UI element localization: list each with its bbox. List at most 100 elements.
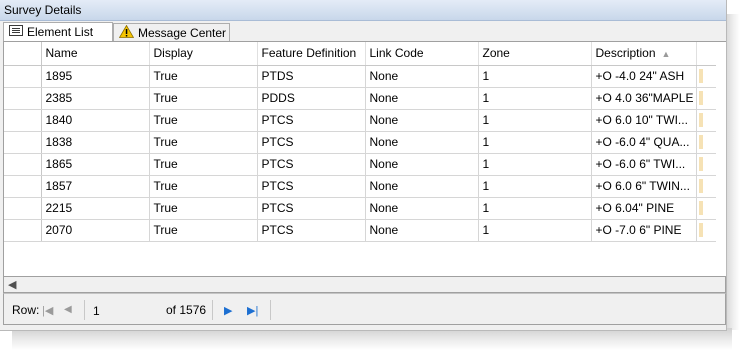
window-shadow-bottom — [12, 328, 732, 350]
cell-name[interactable]: 1895 — [41, 65, 150, 88]
row-count-label: of 1576 — [166, 303, 207, 317]
cell-feature-definition[interactable]: PTCS — [257, 219, 366, 242]
previous-record-icon[interactable]: ◀ — [64, 304, 72, 315]
cell-feature-definition[interactable]: PTCS — [257, 197, 366, 220]
cell-overflow — [696, 87, 716, 110]
first-record-icon[interactable]: |◀ — [42, 304, 53, 317]
cell-link-code[interactable]: None — [365, 175, 479, 198]
cell-feature-definition[interactable]: PTCS — [257, 131, 366, 154]
cell-name[interactable]: 2385 — [41, 87, 150, 110]
cell-feature-definition[interactable]: PTCS — [257, 175, 366, 198]
cell-description[interactable]: +O -4.0 24" ASH — [591, 65, 697, 88]
cell-description[interactable]: +O 6.0 6" TWIN... — [591, 175, 697, 198]
row-selector[interactable] — [4, 131, 42, 154]
tab-message-center[interactable]: Message Center — [113, 23, 230, 41]
table-row[interactable]: 2385 True PDDS None 1 +O 4.0 36"MAPLE — [4, 87, 716, 110]
cell-overflow-marker — [698, 113, 703, 127]
column-header-description-label: Description — [595, 46, 656, 61]
cell-zone[interactable]: 1 — [478, 109, 592, 132]
cell-link-code[interactable]: None — [365, 109, 479, 132]
table-row[interactable]: 2215 True PTCS None 1 +O 6.04" PINE — [4, 197, 716, 220]
cell-description[interactable]: +O -7.0 6" PINE — [591, 219, 697, 242]
row-selector[interactable] — [4, 109, 42, 132]
cell-display[interactable]: True — [149, 197, 258, 220]
table-row[interactable]: 2070 True PTCS None 1 +O -7.0 6" PINE — [4, 219, 716, 242]
cell-name[interactable]: 1838 — [41, 131, 150, 154]
cell-overflow-marker — [698, 179, 703, 193]
cell-description[interactable]: +O 6.04" PINE — [591, 197, 697, 220]
survey-details-panel: Survey Details Element List Message Cent… — [0, 0, 727, 331]
cell-feature-definition[interactable]: PTCS — [257, 109, 366, 132]
table-row[interactable]: 1895 True PTDS None 1 +O -4.0 24" ASH — [4, 65, 716, 88]
column-header-name[interactable]: Name — [41, 42, 150, 66]
cell-zone[interactable]: 1 — [478, 197, 592, 220]
cell-display[interactable]: True — [149, 175, 258, 198]
cell-display[interactable]: True — [149, 131, 258, 154]
cell-zone[interactable]: 1 — [478, 65, 592, 88]
cell-display[interactable]: True — [149, 87, 258, 110]
table-row[interactable]: 1857 True PTCS None 1 +O 6.0 6" TWIN... — [4, 175, 716, 198]
cell-feature-definition[interactable]: PDDS — [257, 87, 366, 110]
cell-display[interactable]: True — [149, 65, 258, 88]
row-selector[interactable] — [4, 65, 42, 88]
cell-description[interactable]: +O -6.0 6" TWI... — [591, 153, 697, 176]
cell-zone[interactable]: 1 — [478, 219, 592, 242]
cell-overflow-marker — [698, 135, 703, 149]
next-record-icon[interactable]: ▶ — [224, 304, 232, 317]
cell-link-code[interactable]: None — [365, 65, 479, 88]
horizontal-scrollbar[interactable]: ◀ — [3, 277, 726, 293]
cell-description[interactable]: +O -6.0 4" QUA... — [591, 131, 697, 154]
cell-feature-definition[interactable]: PTDS — [257, 65, 366, 88]
cell-display[interactable]: True — [149, 219, 258, 242]
cell-name[interactable]: 1865 — [41, 153, 150, 176]
cell-overflow-marker — [698, 91, 703, 105]
row-selector[interactable] — [4, 87, 42, 110]
table-header-row: Name Display Feature Definition Link Cod… — [4, 42, 716, 66]
cell-overflow — [696, 219, 716, 242]
table-row[interactable]: 1840 True PTCS None 1 +O 6.0 10" TWI... — [4, 109, 716, 132]
cell-overflow-marker — [698, 223, 703, 237]
cell-description[interactable]: +O 6.0 10" TWI... — [591, 109, 697, 132]
current-row-input[interactable] — [93, 298, 155, 321]
cell-link-code[interactable]: None — [365, 197, 479, 220]
cell-overflow-marker — [698, 157, 703, 171]
cell-display[interactable]: True — [149, 109, 258, 132]
tab-element-list[interactable]: Element List — [3, 22, 113, 41]
cell-link-code[interactable]: None — [365, 131, 479, 154]
cell-zone[interactable]: 1 — [478, 153, 592, 176]
list-icon — [9, 25, 23, 39]
column-header-link-code[interactable]: Link Code — [365, 42, 479, 66]
pager-divider — [212, 300, 213, 320]
scroll-left-icon[interactable]: ◀ — [8, 278, 16, 291]
column-header-feature-definition[interactable]: Feature Definition — [257, 42, 366, 66]
cell-link-code[interactable]: None — [365, 87, 479, 110]
row-navigator: Row: |◀ ◀ of 1576 ▶ ▶| — [3, 293, 726, 325]
cell-link-code[interactable]: None — [365, 153, 479, 176]
column-header-zone[interactable]: Zone — [478, 42, 592, 66]
column-header-display[interactable]: Display — [149, 42, 258, 66]
cell-zone[interactable]: 1 — [478, 87, 592, 110]
column-header-description[interactable]: Description ▲ — [591, 42, 697, 66]
row-selector[interactable] — [4, 153, 42, 176]
cell-name[interactable]: 1840 — [41, 109, 150, 132]
cell-name[interactable]: 1857 — [41, 175, 150, 198]
row-selector[interactable] — [4, 219, 42, 242]
table-row[interactable]: 1838 True PTCS None 1 +O -6.0 4" QUA... — [4, 131, 716, 154]
cell-zone[interactable]: 1 — [478, 131, 592, 154]
cell-name[interactable]: 2070 — [41, 219, 150, 242]
window-shadow-right — [725, 14, 740, 330]
cell-description[interactable]: +O 4.0 36"MAPLE — [591, 87, 697, 110]
last-record-icon[interactable]: ▶| — [247, 304, 258, 317]
row-selector[interactable] — [4, 175, 42, 198]
sort-ascending-icon: ▲ — [661, 49, 671, 60]
cell-zone[interactable]: 1 — [478, 175, 592, 198]
row-selector[interactable] — [4, 197, 42, 220]
cell-overflow — [696, 65, 716, 88]
cell-name[interactable]: 2215 — [41, 197, 150, 220]
warning-icon — [118, 24, 135, 41]
table-row[interactable]: 1865 True PTCS None 1 +O -6.0 6" TWI... — [4, 153, 716, 176]
cell-display[interactable]: True — [149, 153, 258, 176]
column-header-overflow — [696, 42, 716, 66]
cell-feature-definition[interactable]: PTCS — [257, 153, 366, 176]
cell-link-code[interactable]: None — [365, 219, 479, 242]
